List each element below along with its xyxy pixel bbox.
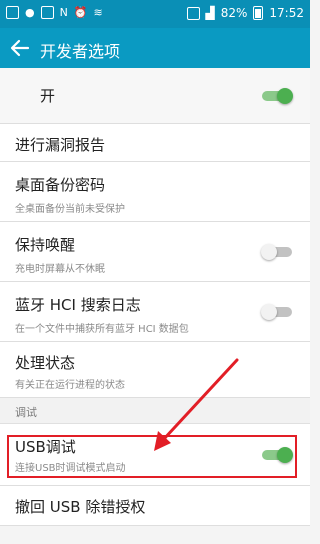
list-item-subtitle: 有关正在运行进程的状态 — [15, 380, 125, 391]
master-toggle[interactable] — [261, 87, 293, 105]
list-item-title: 桌面备份密码 — [15, 176, 106, 194]
status-bar: ● N ⏰ ≋ ▟ 82% 17:52 — [0, 0, 310, 28]
mail-icon — [40, 6, 54, 19]
list-item-bug-report[interactable]: 进行漏洞报告 — [0, 124, 310, 162]
wifi-icon: ≋ — [93, 6, 103, 19]
list-item-title: 保持唤醒 — [15, 236, 76, 254]
status-icons-right: ▟ 82% 17:52 — [186, 6, 304, 20]
list-item-process-stats[interactable]: 处理状态 有关正在运行进程的状态 — [0, 342, 310, 398]
sim-icon — [186, 6, 200, 20]
list-item-bt-hci-log[interactable]: 蓝牙 HCI 搜索日志 在一个文件中捕获所有蓝牙 HCI 数据包 — [0, 282, 310, 342]
battery-percent: 82% — [220, 6, 248, 20]
list-item-title: 撤回 USB 除错授权 — [15, 498, 146, 516]
page-title: 开发者选项 — [40, 42, 121, 61]
battery-icon — [253, 6, 264, 20]
list-item-subtitle: 充电时屏幕从不休眠 — [15, 264, 105, 275]
clock: 17:52 — [269, 6, 304, 20]
list-item-title: 进行漏洞报告 — [15, 136, 106, 154]
list-item-backup-password[interactable]: 桌面备份密码 全桌面备份当前未受保护 — [0, 162, 310, 222]
master-switch-row[interactable]: 开 — [0, 68, 310, 124]
stay-awake-toggle[interactable] — [261, 243, 293, 261]
grid-icon — [6, 6, 19, 19]
list-item-subtitle: 全桌面备份当前未受保护 — [15, 204, 125, 215]
master-switch-label: 开 — [40, 87, 56, 105]
list-item-title: 处理状态 — [15, 354, 76, 372]
back-button[interactable] — [8, 36, 32, 60]
chat-icon: ● — [25, 6, 35, 19]
section-label: 调试 — [15, 406, 37, 419]
status-icons-left: ● N ⏰ ≋ — [6, 6, 103, 19]
alarm-icon: ⏰ — [73, 6, 88, 19]
section-header-debug: 调试 — [0, 398, 310, 424]
nfc-icon: N — [59, 6, 68, 19]
signal-icon: ▟ — [205, 6, 215, 20]
list-item-stay-awake[interactable]: 保持唤醒 充电时屏幕从不休眠 — [0, 222, 310, 282]
list-item-revoke-usb[interactable]: 撤回 USB 除错授权 — [0, 486, 310, 526]
list-item-title: 蓝牙 HCI 搜索日志 — [15, 296, 141, 314]
list-item-subtitle: 在一个文件中捕获所有蓝牙 HCI 数据包 — [15, 324, 189, 335]
annotation-highlight-box — [7, 435, 297, 478]
bt-hci-log-toggle[interactable] — [261, 303, 293, 321]
back-arrow-icon — [10, 39, 30, 57]
app-bar: 开发者选项 — [0, 28, 310, 68]
